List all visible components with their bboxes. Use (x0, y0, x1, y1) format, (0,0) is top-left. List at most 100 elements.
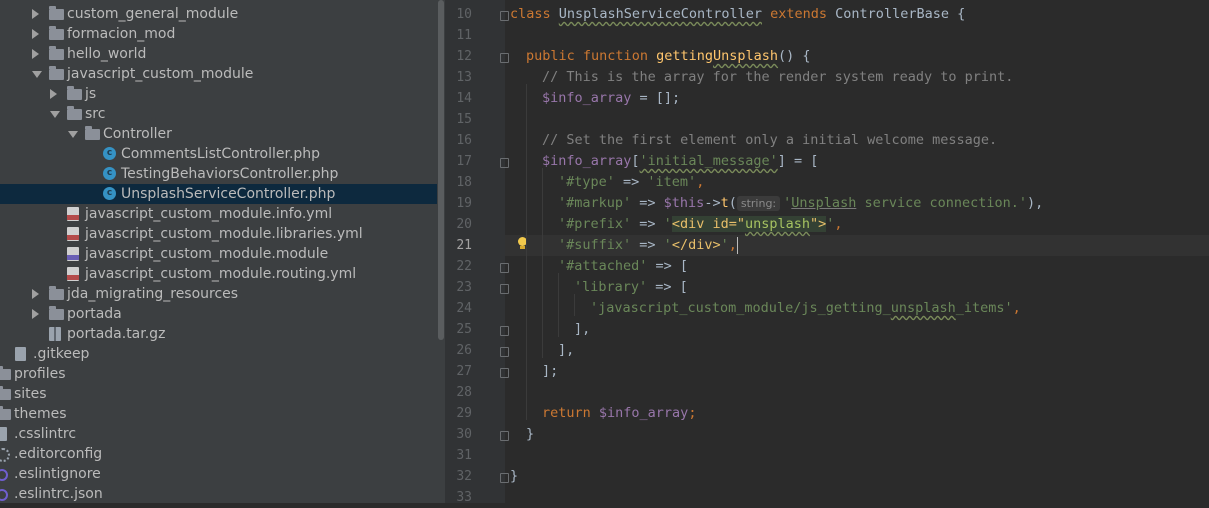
fold-marker[interactable] (500, 263, 509, 273)
indent-guide (542, 168, 543, 358)
tree-item-label: .eslintrc.json (14, 486, 103, 502)
tree-item-label: javascript_custom_module.routing.yml (85, 266, 357, 282)
chevron-right-icon[interactable] (32, 289, 39, 299)
tree-item[interactable]: javascript_custom_module (0, 64, 437, 84)
tree-item-label: hello_world (67, 46, 147, 62)
chevron-right-icon[interactable] (32, 29, 39, 39)
line-number: 19 (456, 196, 472, 211)
file-icon (15, 347, 26, 361)
tree-item-label: javascript_custom_module.libraries.yml (85, 226, 363, 242)
fold-marker[interactable] (500, 431, 509, 441)
tree-item[interactable]: js (0, 84, 437, 104)
code-line-29: return $info_array; (542, 405, 697, 421)
code-line-30: } (526, 426, 535, 442)
fold-marker[interactable] (500, 473, 509, 483)
line-number: 15 (456, 112, 472, 127)
tree-item[interactable]: .eslintignore (0, 464, 437, 484)
fold-marker[interactable] (500, 347, 509, 357)
chevron-right-icon[interactable] (32, 49, 39, 59)
tree-item[interactable]: .csslintrc (0, 424, 437, 444)
tree-item[interactable]: jda_migrating_resources (0, 284, 437, 304)
code-line-22: '#attached' => [ (558, 258, 689, 274)
fold-marker[interactable] (500, 368, 509, 378)
tree-item[interactable]: src (0, 104, 437, 124)
chevron-down-icon[interactable] (32, 71, 42, 78)
tree-item-label: UnsplashServiceController.php (121, 186, 336, 202)
fold-marker[interactable] (500, 284, 509, 294)
yml-file-icon (67, 267, 79, 281)
chevron-down-icon[interactable] (50, 111, 60, 118)
tree-item[interactable]: portada (0, 304, 437, 324)
fold-marker[interactable] (500, 158, 509, 168)
tree-item[interactable]: Controller (0, 124, 437, 144)
line-number: 14 (456, 91, 472, 106)
tree-item[interactable]: formacion_mod (0, 24, 437, 44)
project-tree-scrollbar-thumb[interactable] (438, 0, 444, 340)
line-number: 20 (456, 217, 472, 232)
file-icon (0, 427, 7, 441)
line-number: 32 (456, 469, 472, 484)
tree-item[interactable]: javascript_custom_module.routing.yml (0, 264, 437, 284)
tree-item[interactable]: .eslintrc.json (0, 484, 437, 503)
code-line-23: 'library' => [ (574, 279, 688, 295)
tree-item[interactable]: c CommentsListController.php (0, 144, 437, 164)
tree-item-label: js (85, 86, 97, 102)
tree-item[interactable]: .editorconfig (0, 444, 437, 464)
project-tree-scrollbar[interactable] (437, 0, 445, 503)
folder-icon (49, 66, 64, 80)
tree-item-label: portada (67, 306, 122, 322)
tree-item-label: jda_migrating_resources (67, 286, 239, 302)
tree-item[interactable]: themes (0, 404, 437, 424)
line-number: 30 (456, 427, 472, 442)
indent-guide (526, 84, 527, 420)
line-number: 31 (456, 448, 472, 463)
chevron-down-icon[interactable] (68, 131, 78, 138)
tree-item-label: CommentsListController.php (121, 146, 321, 162)
tree-item-label: javascript_custom_module.module (85, 246, 329, 262)
tree-item-label: Controller (103, 126, 172, 142)
line-number: 27 (456, 364, 472, 379)
chevron-right-icon[interactable] (32, 309, 39, 319)
tree-item-label: javascript_custom_module.info.yml (85, 206, 333, 222)
tree-item[interactable]: custom_general_module (0, 4, 437, 24)
tree-item[interactable]: c UnsplashServiceController.php (0, 184, 437, 204)
line-number: 24 (456, 301, 472, 316)
tree-item[interactable]: .gitkeep (0, 344, 437, 364)
tree-item-label: .gitkeep (33, 346, 90, 362)
yml-file-icon (67, 207, 79, 221)
code-line-19: '#markup' => $this->t(string: 'Unsplash s… (558, 195, 1044, 211)
parameter-hint: string: (736, 196, 781, 211)
php-class-icon: c (103, 187, 116, 200)
tree-item-label: themes (14, 406, 67, 422)
tree-item-label: .eslintignore (14, 466, 101, 482)
folder-icon (49, 26, 64, 40)
yml-file-icon (67, 227, 79, 241)
tree-item[interactable]: javascript_custom_module.module (0, 244, 437, 264)
chevron-right-icon[interactable] (32, 9, 39, 19)
tree-item[interactable]: c TestingBehaviorsController.php (0, 164, 437, 184)
folder-icon (49, 286, 64, 300)
text-caret (736, 236, 738, 254)
fold-marker[interactable] (500, 53, 509, 63)
code-line-24: 'javascript_custom_module/js_getting_uns… (590, 300, 1021, 316)
tree-item-label: profiles (14, 366, 66, 382)
eslint-icon (0, 489, 8, 501)
fold-marker[interactable] (500, 326, 509, 336)
fold-marker[interactable] (500, 11, 509, 21)
tree-item[interactable]: javascript_custom_module.info.yml (0, 204, 437, 224)
code-line-25: ], (574, 321, 591, 337)
line-number: 16 (456, 133, 472, 148)
tree-item-label: .editorconfig (14, 446, 103, 462)
php-class-icon: c (103, 147, 116, 160)
code-line-21: '#suffix' => '</div>', (558, 236, 738, 254)
chevron-right-icon[interactable] (50, 89, 57, 99)
tree-item[interactable]: javascript_custom_module.libraries.yml (0, 224, 437, 244)
line-number: 22 (456, 259, 472, 274)
tree-item[interactable]: sites (0, 384, 437, 404)
tree-item[interactable]: hello_world (0, 44, 437, 64)
tree-item[interactable]: profiles (0, 364, 437, 384)
php-class-icon: c (103, 167, 116, 180)
code-line-17: $info_array['initial_message'] = [ (542, 153, 819, 169)
tree-item[interactable]: portada.tar.gz (0, 324, 437, 344)
code-line-20: '#prefix' => '<div id="unsplash">', (558, 216, 843, 232)
